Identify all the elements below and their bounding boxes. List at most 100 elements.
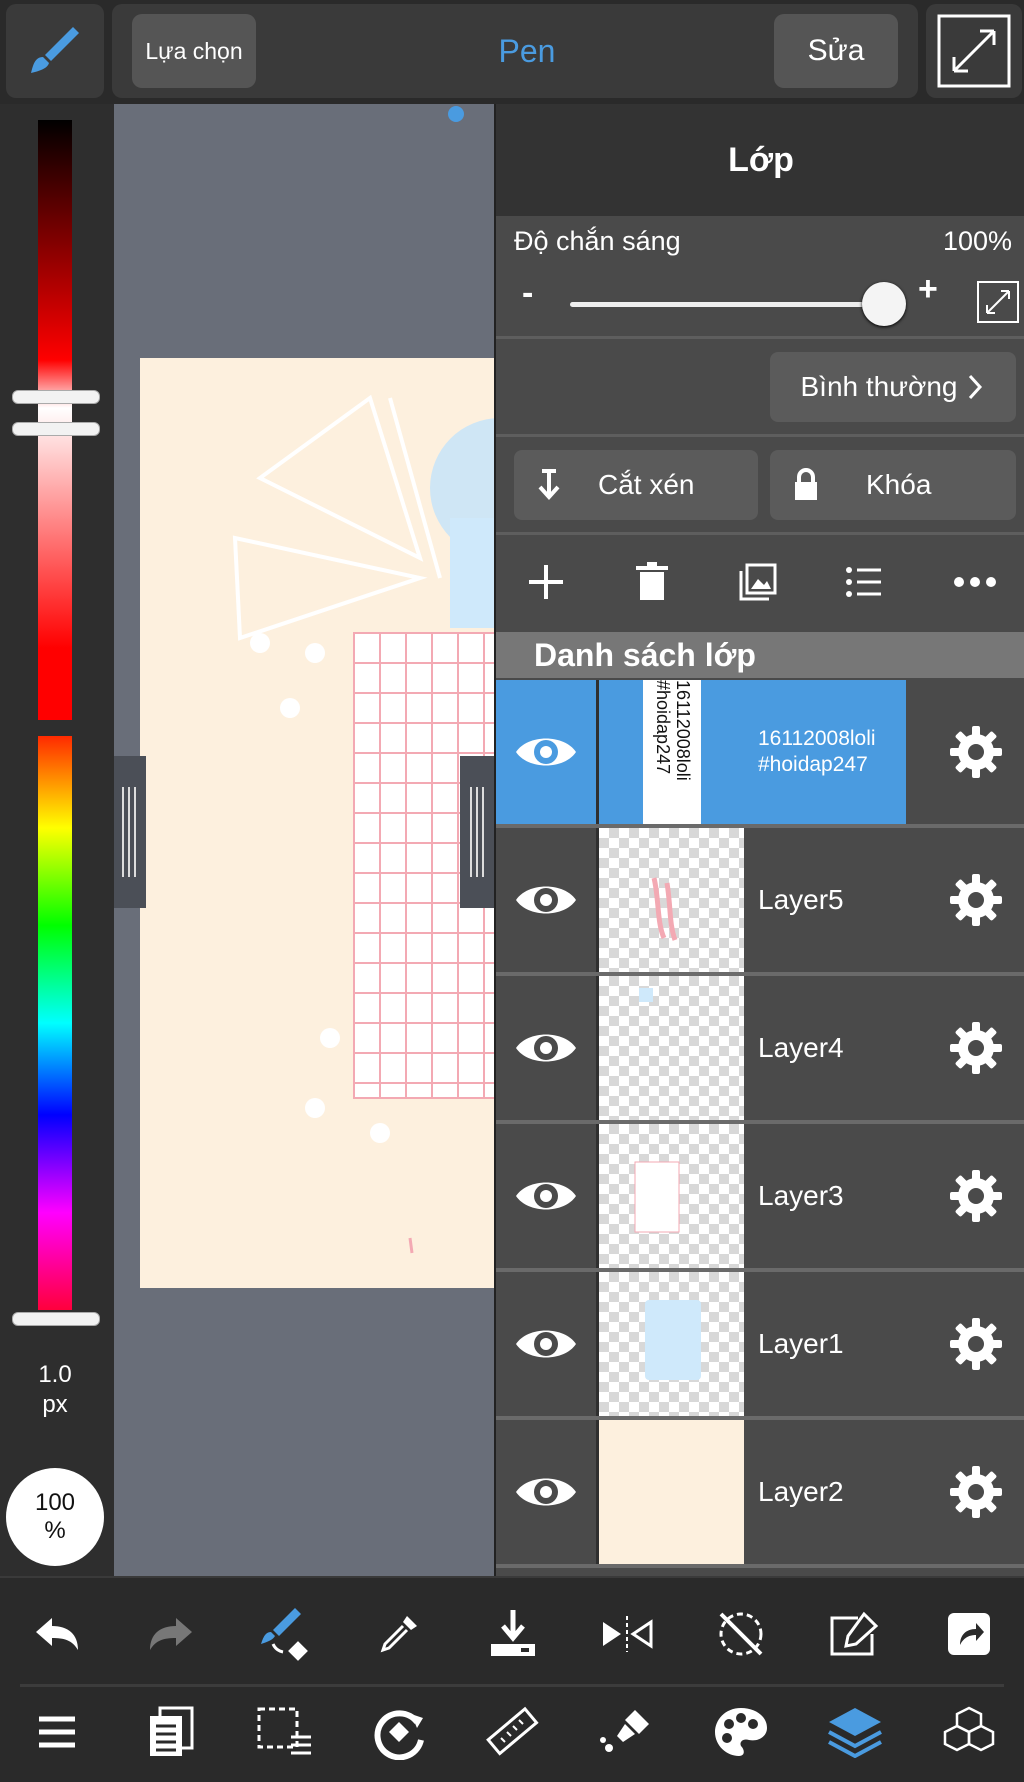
layer-name: Layer4 <box>758 1032 844 1063</box>
visibility-toggle[interactable] <box>496 1420 599 1564</box>
layers-button[interactable] <box>810 1692 900 1772</box>
brightness-handle-bottom[interactable] <box>12 422 100 436</box>
layer-row[interactable]: Layer3 <box>496 1124 1024 1272</box>
layer-row[interactable]: Layer2 <box>496 1420 1024 1568</box>
lock-label: Khóa <box>866 469 932 500</box>
redo-icon <box>150 1618 192 1650</box>
blend-mode-button[interactable]: Bình thường <box>770 352 1016 422</box>
brush-transform-button[interactable] <box>240 1594 330 1674</box>
opacity-unit: % <box>44 1517 66 1544</box>
toolbar-divider <box>20 1684 1004 1687</box>
visibility-toggle[interactable] <box>496 976 599 1120</box>
lock-button[interactable]: Khóa <box>770 450 1016 520</box>
layer-row[interactable]: Layer5 <box>496 828 1024 976</box>
brush-size[interactable]: 1.0 px <box>0 1360 110 1420</box>
opacity-minus-button[interactable]: - <box>522 274 533 313</box>
edit-button[interactable]: Sửa <box>774 14 898 88</box>
layer-row[interactable]: Layer4 <box>496 976 1024 1124</box>
layer-settings-button[interactable] <box>926 1272 1024 1416</box>
pages-button[interactable] <box>126 1692 216 1772</box>
fill-icon <box>600 1710 649 1752</box>
rotate-off-icon <box>719 1612 763 1656</box>
opacity-slider-knob[interactable] <box>861 282 906 326</box>
layer-panel-title: Lớp <box>728 140 794 179</box>
gear-icon <box>950 1466 1002 1518</box>
gear-icon <box>950 1022 1002 1074</box>
delete-layer-button[interactable] <box>622 552 682 612</box>
opacity-slider[interactable] <box>570 302 900 307</box>
eyedropper-button[interactable] <box>354 1594 444 1674</box>
gear-icon <box>950 874 1002 926</box>
layer-thumbnail: 16112008loli #hoidap247 <box>599 680 744 824</box>
visibility-toggle[interactable] <box>496 1124 599 1268</box>
drawing-canvas[interactable] <box>114 104 496 1576</box>
eye-icon <box>516 1478 576 1506</box>
visibility-toggle[interactable] <box>496 1272 599 1416</box>
gear-icon <box>950 1318 1002 1370</box>
blend-mode-label: Bình thường <box>800 371 958 402</box>
layer-settings-button[interactable] <box>926 828 1024 972</box>
thumbnail-art <box>651 877 678 941</box>
color-panel: 1.0 px 100 % <box>0 104 114 1576</box>
redo-button[interactable] <box>126 1594 216 1674</box>
edit-label: Sửa <box>807 34 865 67</box>
more-options-button[interactable] <box>940 552 1010 612</box>
opacity-label: Độ chắn sáng <box>514 226 681 256</box>
layer-row-selected[interactable]: 16112008loli #hoidap247 16112008loli #ho… <box>496 680 1024 828</box>
layer-row[interactable]: Layer1 <box>496 1272 1024 1420</box>
palette-icon <box>715 1708 767 1756</box>
fill-button[interactable] <box>582 1692 672 1772</box>
canvas-right-handle[interactable] <box>460 756 494 908</box>
canvas-left-handle[interactable] <box>114 756 146 908</box>
expand-icon <box>937 14 1011 88</box>
eye-icon <box>516 1182 576 1210</box>
palette-button[interactable] <box>696 1692 786 1772</box>
layer-name: Layer2 <box>758 1476 844 1507</box>
layer-panel: Lớp Độ chắn sáng 100% - + Bình thường Cắ… <box>494 104 1024 1576</box>
brush-tool-button[interactable] <box>6 4 104 98</box>
layer-settings-button[interactable] <box>926 1124 1024 1268</box>
layer-settings-button[interactable] <box>926 1420 1024 1564</box>
brightness-handle-top[interactable] <box>12 390 100 404</box>
tool-name[interactable]: Pen <box>412 4 642 98</box>
layer-list-button[interactable] <box>834 552 894 612</box>
brightness-slider[interactable] <box>38 120 72 720</box>
gear-icon <box>950 726 1002 778</box>
expand-opacity-button[interactable] <box>976 280 1020 324</box>
selection-button[interactable] <box>240 1692 330 1772</box>
visibility-toggle[interactable] <box>496 828 599 972</box>
layer-name: Layer3 <box>758 1180 844 1211</box>
selection-icon <box>257 1707 311 1755</box>
clip-button[interactable]: Cắt xén <box>514 450 758 520</box>
opacity-plus-button[interactable]: + <box>918 270 938 309</box>
add-layer-button[interactable] <box>516 552 576 612</box>
undo-button[interactable] <box>12 1594 102 1674</box>
layer-settings-button[interactable] <box>926 680 1024 824</box>
tool-bar: Lựa chọn Pen Sửa <box>112 4 918 98</box>
visibility-toggle[interactable] <box>496 680 599 824</box>
rotate-lock-button[interactable] <box>696 1594 786 1674</box>
flip-button[interactable] <box>582 1594 672 1674</box>
ruler-button[interactable] <box>468 1692 558 1772</box>
more-icon <box>954 577 996 587</box>
share-button[interactable] <box>924 1594 1014 1674</box>
rotate-canvas-button[interactable] <box>354 1692 444 1772</box>
edit-window-button[interactable] <box>810 1594 900 1674</box>
3d-material-button[interactable] <box>924 1692 1014 1772</box>
layer-thumbnail <box>599 1272 744 1416</box>
hue-slider[interactable] <box>38 736 72 1310</box>
layer-settings-button[interactable] <box>926 976 1024 1120</box>
select-button[interactable]: Lựa chọn <box>132 14 256 88</box>
main-menu-button[interactable] <box>12 1692 102 1772</box>
eye-icon <box>516 1034 576 1062</box>
hue-handle[interactable] <box>12 1312 100 1326</box>
import-image-button[interactable] <box>728 552 788 612</box>
fullscreen-button[interactable] <box>926 4 1022 98</box>
opacity-circle[interactable]: 100 % <box>6 1468 104 1566</box>
ruler-icon <box>486 1706 539 1756</box>
gear-icon <box>950 1170 1002 1222</box>
edit-window-icon <box>830 1611 879 1656</box>
brush-icon <box>31 27 79 73</box>
divider <box>496 336 1024 339</box>
save-button[interactable] <box>468 1594 558 1674</box>
